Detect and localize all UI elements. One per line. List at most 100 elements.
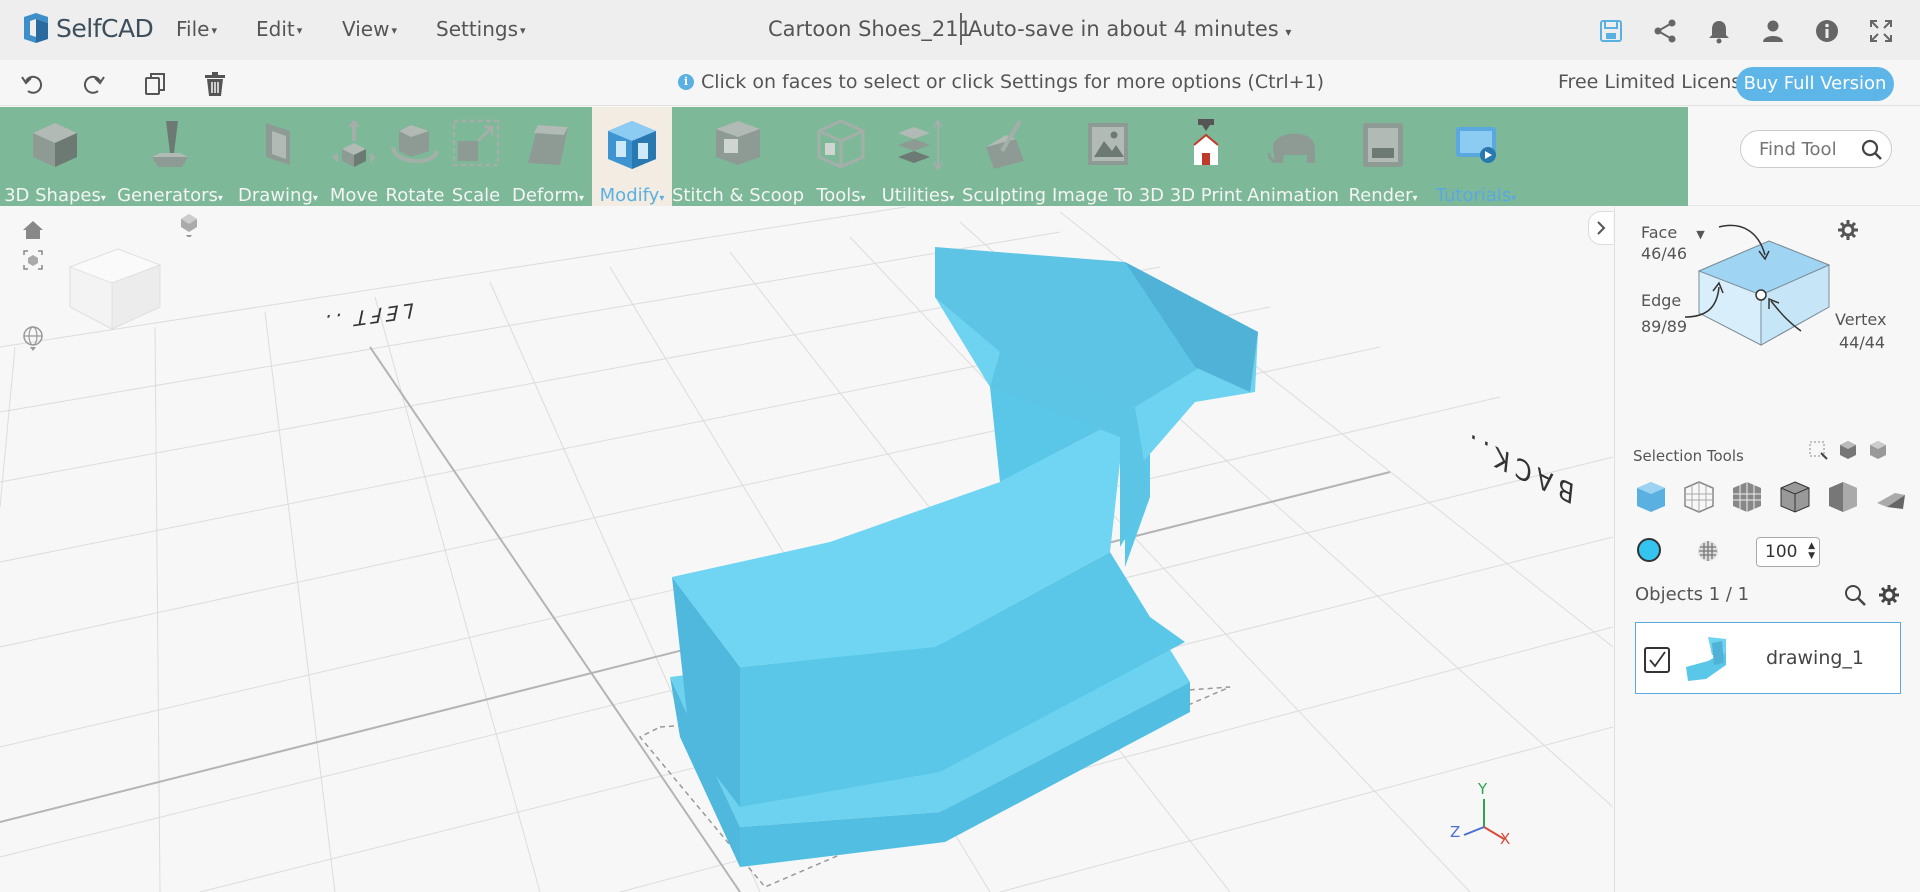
app-name: SelfCAD: [56, 13, 154, 43]
select-vertex-mode-icon[interactable]: [1777, 479, 1813, 515]
perspective-globe-icon[interactable]: [20, 325, 46, 351]
document-title[interactable]: Cartoon Shoes_211: [768, 17, 972, 41]
buy-full-version-button[interactable]: Buy Full Version: [1736, 67, 1894, 101]
checkmark-icon: [1649, 651, 1666, 668]
selection-tools-label: Selection Tools: [1633, 447, 1744, 465]
objects-settings-gear-icon[interactable]: [1877, 583, 1901, 607]
main-toolbar: 3D Shapes▾ Generators▾ Drawing▾ Move Rot…: [0, 107, 1688, 206]
menu-view[interactable]: View ▾: [342, 17, 397, 41]
opacity-stepper[interactable]: 100 ▲ ▼: [1756, 537, 1820, 567]
animation-elephant-icon: [1267, 133, 1315, 163]
scale-box-icon: [452, 119, 500, 167]
axis-gizmo: Y X Z: [1450, 780, 1510, 848]
select-edge-mode-icon[interactable]: [1729, 479, 1765, 515]
select-visible-icon[interactable]: [1867, 439, 1889, 461]
tool-tools[interactable]: Tools▾: [806, 107, 876, 206]
tool-3d-shapes[interactable]: 3D Shapes▾: [0, 107, 110, 206]
menu-edit[interactable]: Edit ▾: [256, 17, 302, 41]
face-count: 46/46: [1641, 244, 1688, 263]
user-account-icon[interactable]: [1760, 18, 1786, 44]
select-object-mode-icon[interactable]: [1633, 479, 1669, 515]
image-to-3d-icon: [1088, 123, 1128, 165]
view-cube[interactable]: [60, 235, 170, 345]
find-tool-input[interactable]: [1759, 139, 1859, 160]
tool-tutorials[interactable]: Tutorials▾: [1428, 107, 1524, 206]
home-view-icon[interactable]: [20, 217, 46, 243]
view-label-back: BACK..: [1462, 424, 1576, 510]
texture-pattern-icon[interactable]: [1695, 538, 1721, 564]
axis-z-label: Z: [1450, 823, 1460, 841]
vertex-count: 44/44: [1839, 333, 1886, 352]
stepper-arrows-icon[interactable]: ▲ ▼: [1808, 541, 1815, 561]
redo-icon[interactable]: [80, 71, 106, 97]
hint-message: i Click on faces to select or click Sett…: [678, 71, 1324, 93]
tool-scale[interactable]: Scale: [448, 107, 504, 206]
tool-move[interactable]: Move: [326, 107, 382, 206]
edge-count: 89/89: [1641, 317, 1688, 336]
vertex-label: Vertex: [1835, 310, 1887, 329]
stitch-scoop-icon: [716, 121, 760, 165]
drawing-plane-icon: [266, 123, 290, 165]
tool-modify[interactable]: Modify▾: [592, 107, 672, 206]
tools-cube-icon: [817, 119, 865, 169]
top-menu-bar: SelfCAD File ▾ Edit ▾ View ▾ Settings ▾ Cart…: [0, 0, 1920, 60]
axis-y-label: Y: [1477, 780, 1488, 798]
tool-utilities[interactable]: Utilities▾: [876, 107, 960, 206]
view-label-left: LEFT ..: [318, 298, 416, 335]
tool-drawing[interactable]: Drawing▾: [230, 107, 326, 206]
info-icon[interactable]: [1814, 18, 1840, 44]
tool-sculpting[interactable]: Sculpting: [962, 107, 1046, 206]
box-select-icon[interactable]: [1807, 439, 1829, 461]
fit-view-icon[interactable]: [20, 247, 46, 273]
autosave-status[interactable]: Auto-save in about 4 minutes ▾: [968, 17, 1291, 41]
share-icon[interactable]: [1652, 18, 1678, 44]
undo-icon[interactable]: [20, 71, 46, 97]
hint-info-icon: i: [678, 74, 694, 90]
object-color-swatch[interactable]: [1637, 538, 1661, 562]
save-icon[interactable]: [1598, 18, 1624, 44]
3d-printer-icon: [1193, 119, 1219, 165]
objects-search-icon[interactable]: [1843, 583, 1867, 607]
sculpting-brush-icon: [986, 119, 1024, 169]
cube-shapes-icon: [33, 123, 77, 167]
tool-stitch-scoop[interactable]: Stitch & Scoop: [672, 107, 804, 206]
tool-3d-print[interactable]: 3D Print: [1166, 107, 1246, 206]
tool-rotate[interactable]: Rotate: [382, 107, 448, 206]
select-plane-mode-icon[interactable]: [1873, 479, 1909, 515]
shoe-model[interactable]: [670, 247, 1258, 867]
find-tool-area: [1688, 107, 1920, 206]
axis-x-label: X: [1500, 830, 1510, 848]
app-logo[interactable]: SelfCAD: [20, 11, 154, 45]
object-visibility-checkbox[interactable]: [1644, 647, 1670, 673]
fullscreen-icon[interactable]: [1868, 18, 1894, 44]
objects-count: Objects 1 / 1: [1635, 584, 1750, 605]
tool-image-to-3d[interactable]: Image To 3D: [1050, 107, 1166, 206]
rotate-cube-icon: [391, 125, 439, 164]
tool-render[interactable]: Render▾: [1340, 107, 1426, 206]
title-divider: [960, 13, 962, 45]
selection-panel: Face ▼ 46/46 Edge 89/89 Vertex 44/44 Sel…: [1614, 207, 1920, 892]
find-tool-search[interactable]: [1740, 130, 1892, 168]
panel-collapse-toggle[interactable]: [1588, 211, 1613, 245]
menu-file[interactable]: File ▾: [176, 17, 217, 41]
tool-deform[interactable]: Deform▾: [504, 107, 592, 206]
copy-icon[interactable]: [142, 71, 168, 97]
search-icon[interactable]: [1859, 137, 1885, 163]
tool-animation[interactable]: Animation: [1246, 107, 1340, 206]
object-name: drawing_1: [1766, 647, 1865, 669]
tool-generators[interactable]: Generators▾: [114, 107, 226, 206]
select-through-icon[interactable]: [1837, 439, 1859, 461]
notifications-bell-icon[interactable]: [1706, 18, 1732, 44]
render-icon: [1363, 123, 1403, 167]
edge-label: Edge: [1641, 291, 1682, 310]
select-face-mode-icon[interactable]: [1681, 479, 1717, 515]
utilities-layers-icon: [898, 119, 943, 171]
object-list-item[interactable]: drawing_1: [1635, 622, 1901, 694]
delete-trash-icon[interactable]: [202, 71, 228, 97]
camera-projection-icon[interactable]: [176, 211, 202, 237]
menu-settings[interactable]: Settings ▾: [436, 17, 526, 41]
scene-canvas[interactable]: LEFT .. BACK.. Y X Z: [0, 207, 1613, 892]
move-arrows-icon: [332, 119, 376, 167]
select-polygon-mode-icon[interactable]: [1825, 479, 1861, 515]
3d-viewport[interactable]: LEFT .. BACK.. Y X Z: [0, 207, 1613, 892]
